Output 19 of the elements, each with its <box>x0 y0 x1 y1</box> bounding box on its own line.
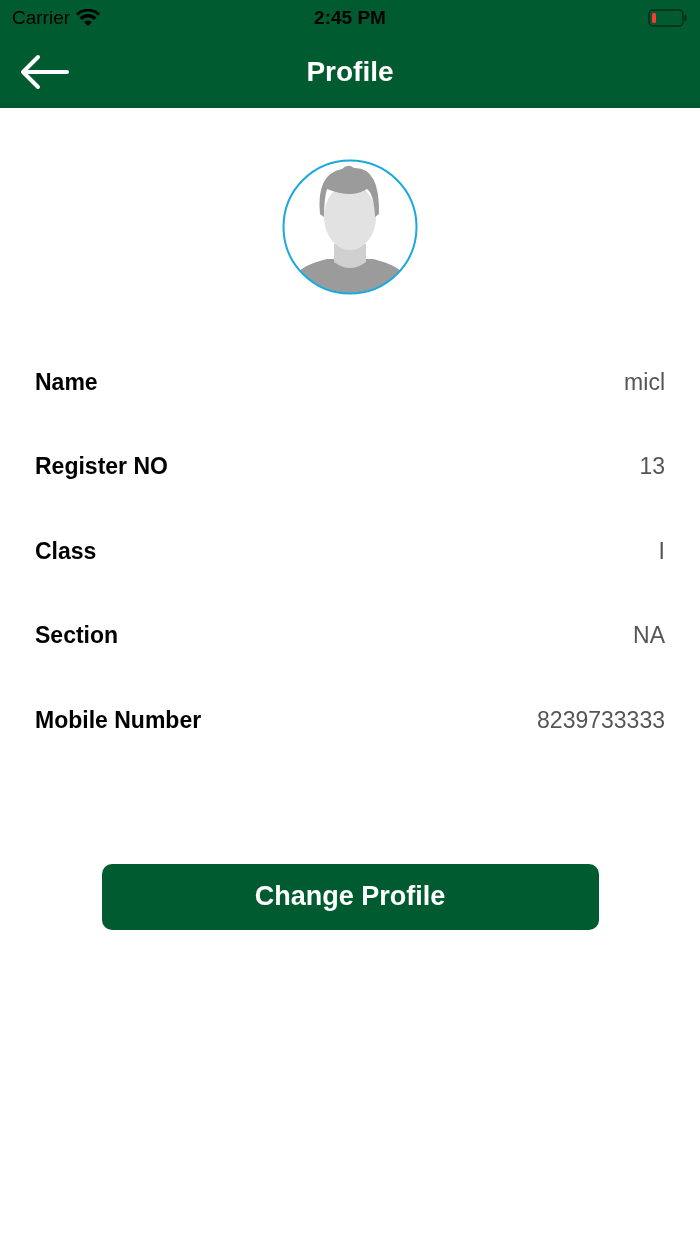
back-button[interactable] <box>20 54 70 90</box>
status-time: 2:45 PM <box>314 7 386 29</box>
battery-icon <box>648 9 688 27</box>
field-label: Section <box>35 622 119 650</box>
wifi-icon <box>76 9 101 27</box>
page-title: Profile <box>306 56 394 88</box>
field-label: Register NO <box>35 453 168 481</box>
field-value: I <box>658 537 665 565</box>
field-label: Name <box>35 368 98 396</box>
field-value: 8239733333 <box>537 706 665 734</box>
field-value: 13 <box>639 453 665 481</box>
avatar-icon <box>282 159 418 295</box>
field-value: micl <box>624 368 665 396</box>
change-profile-button[interactable]: Change Profile <box>101 863 599 930</box>
carrier-label: Carrier <box>12 7 71 29</box>
back-arrow-icon <box>20 54 70 90</box>
field-value: NA <box>633 622 665 650</box>
field-label: Class <box>35 537 97 565</box>
field-label: Mobile Number <box>35 706 202 734</box>
